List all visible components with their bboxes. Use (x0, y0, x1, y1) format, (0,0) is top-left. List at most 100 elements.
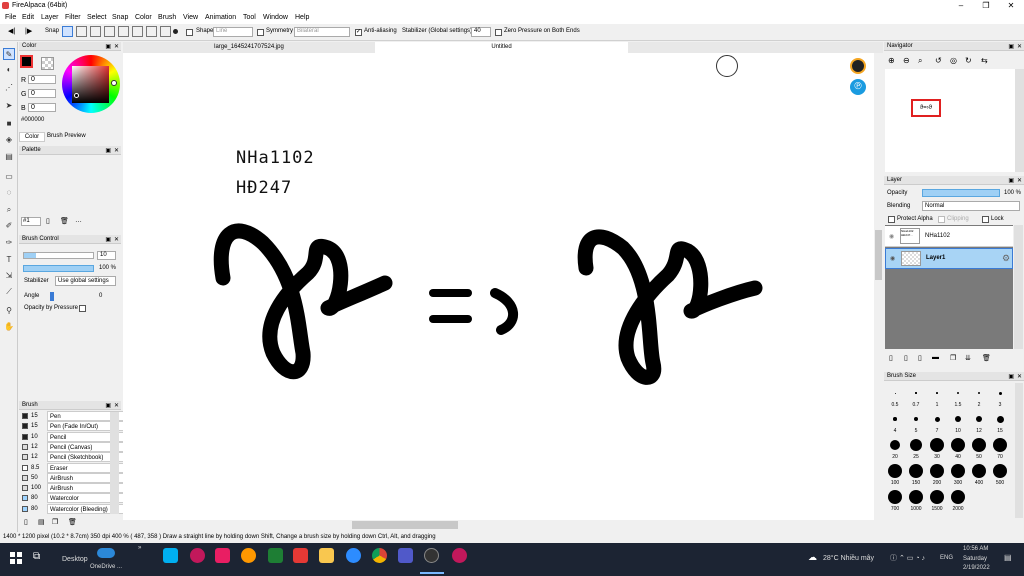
wifi-app-icon[interactable] (241, 548, 256, 563)
tab-color[interactable]: Color (19, 132, 45, 142)
brush-size-dot[interactable] (890, 440, 900, 450)
canvas-vscroll-thumb[interactable] (875, 230, 882, 280)
weather-cloud-icon[interactable]: ☁ (808, 552, 817, 563)
new-folder-icon[interactable]: ▬ (932, 354, 939, 361)
brush-size-scrollbar[interactable] (1015, 383, 1023, 518)
r-input[interactable]: 0 (28, 75, 56, 84)
brush-size-dot[interactable] (996, 415, 1004, 423)
notifications-icon[interactable]: ▤ (1004, 553, 1012, 562)
brush-list-item[interactable]: 12 Pencil (Sketchbook) (19, 452, 127, 463)
snap-off-icon[interactable] (62, 26, 73, 37)
brush-list-scrollbar[interactable] (110, 412, 119, 514)
hand-tool-icon[interactable]: ✋ (3, 321, 15, 333)
primary-color-swatch[interactable] (20, 55, 33, 68)
alpaca-icon[interactable] (850, 58, 866, 74)
menu-brush[interactable]: Brush (158, 14, 176, 21)
bucket-tool-icon[interactable]: ◈ (3, 134, 15, 146)
opacity-pressure-checkbox[interactable] (79, 305, 86, 312)
brush-list-item[interactable]: 15 Pen (Fade In/Out) (19, 421, 127, 432)
brush-size-dot[interactable] (930, 464, 944, 478)
brush-list-item[interactable]: 50 AirBrush (19, 472, 127, 483)
snap-grid-icon[interactable] (90, 26, 101, 37)
zoom-fit-icon[interactable]: ⌕ (918, 56, 922, 66)
hue-picker-handle[interactable] (111, 80, 117, 86)
navigator-scrollbar[interactable] (1015, 69, 1024, 172)
tab-brush-preview[interactable]: Brush Preview (47, 132, 97, 142)
gradient-tool-icon[interactable]: ▤ (3, 151, 15, 163)
shape-checkbox[interactable] (186, 29, 193, 36)
brush-list-item[interactable]: 10 Pencil (19, 431, 127, 442)
brush-size-dot[interactable] (955, 416, 961, 422)
tab-large-image[interactable]: large_1645241707524.jpg (123, 42, 375, 53)
snap-circle-icon[interactable] (160, 26, 171, 37)
desktop-label[interactable]: Desktop (62, 556, 88, 563)
maximize-icon[interactable]: ❐ (975, 0, 997, 11)
menu-view[interactable]: View (183, 14, 198, 21)
panel-float-icon[interactable]: ▣ (105, 236, 111, 245)
palette-new-icon[interactable]: ▯ (46, 217, 50, 225)
zero-pressure-checkbox[interactable] (495, 29, 502, 36)
protect-alpha-checkbox[interactable] (888, 216, 895, 223)
file-explorer-icon[interactable] (319, 548, 334, 563)
navigator-viewport[interactable]: ϑ=›ϑ (911, 99, 941, 117)
close-icon[interactable]: ✕ (1000, 0, 1022, 11)
brush-opacity-slider[interactable] (23, 265, 94, 272)
operation-tool-icon[interactable]: ⇲ (3, 270, 15, 282)
zoom-in-icon[interactable]: ⊕ (888, 56, 895, 65)
select-pen-icon[interactable]: ✐ (3, 220, 15, 232)
snap-radial-icon[interactable] (132, 26, 143, 37)
chrome-profile-icon[interactable] (452, 548, 467, 563)
panel-close-icon[interactable]: ✕ (1017, 373, 1022, 382)
brush-size-dot[interactable] (951, 464, 965, 478)
fill-tool-icon[interactable]: ■ (3, 118, 15, 130)
lock-checkbox[interactable] (982, 216, 989, 223)
brush-list-item[interactable]: 80 Watercolor (19, 493, 127, 504)
palette-more-icon[interactable]: … (75, 217, 82, 224)
delete-layer-icon[interactable]: 🗑 (982, 354, 991, 362)
layer-scrollbar[interactable] (1014, 225, 1023, 349)
snap-parallel-icon[interactable] (76, 26, 87, 37)
layer-row[interactable]: ◉ NHa1102 HĐ247... NHa1102 (885, 226, 1013, 247)
new-8bit-layer-icon[interactable]: ▯ (904, 354, 908, 362)
panel-close-icon[interactable]: ✕ (1017, 43, 1022, 52)
symmetry-select[interactable]: Bilateral (294, 27, 350, 37)
rotate-right-icon[interactable]: ↻ (965, 56, 972, 65)
antialias-checkbox[interactable]: ✓ (355, 29, 362, 36)
clock-time[interactable]: 10:56 AM (963, 546, 988, 552)
angle-slider[interactable] (50, 292, 54, 301)
text-tool-icon[interactable]: T (3, 254, 15, 266)
navigator-preview[interactable] (885, 69, 1015, 172)
blending-select[interactable]: Normal (922, 201, 1020, 211)
rotate-left-icon[interactable]: ↺ (935, 56, 942, 65)
menu-select[interactable]: Select (87, 14, 106, 21)
brush-size-slider[interactable] (23, 252, 94, 259)
firealpaca-taskbar-icon[interactable] (424, 548, 439, 563)
excel-icon[interactable] (268, 548, 283, 563)
brush-size-dot[interactable] (951, 490, 965, 504)
panel-close-icon[interactable]: ✕ (1017, 177, 1022, 186)
brush-size-dot[interactable] (977, 391, 981, 395)
eraser-tool-icon[interactable]: ◐ (3, 64, 15, 76)
brush-size-dot[interactable] (910, 439, 922, 451)
task-view-icon[interactable]: ⧉ (33, 551, 40, 562)
dot-tool-icon[interactable]: ⋰ (3, 82, 15, 94)
shape-select[interactable]: Line (213, 27, 253, 37)
chrome-icon[interactable] (372, 548, 387, 563)
prev-arrow-icon[interactable]: ◀| (8, 27, 15, 35)
teams-icon[interactable] (398, 548, 413, 563)
brush-size-dot[interactable] (936, 392, 938, 394)
brush-list-item[interactable]: 80 Watercolor (Bleeding) (19, 503, 127, 514)
menu-layer[interactable]: Layer (41, 14, 59, 21)
minimize-icon[interactable]: – (950, 0, 972, 11)
palette-select[interactable]: #1 (21, 217, 41, 226)
brush-size-dot[interactable] (894, 392, 896, 394)
snap-vanishing-icon[interactable] (118, 26, 129, 37)
layer-row-selected[interactable]: ◉ Layer1 ⚙ (885, 248, 1013, 269)
panel-float-icon[interactable]: ▣ (1008, 373, 1014, 382)
panel-float-icon[interactable]: ▣ (105, 147, 111, 156)
onedrive-icon[interactable] (97, 548, 115, 558)
menu-animation[interactable]: Animation (205, 14, 236, 21)
brush-list-item[interactable]: 15 Pen (19, 411, 127, 421)
menu-color[interactable]: Color (135, 14, 152, 21)
brush-size-dot[interactable] (972, 464, 986, 478)
